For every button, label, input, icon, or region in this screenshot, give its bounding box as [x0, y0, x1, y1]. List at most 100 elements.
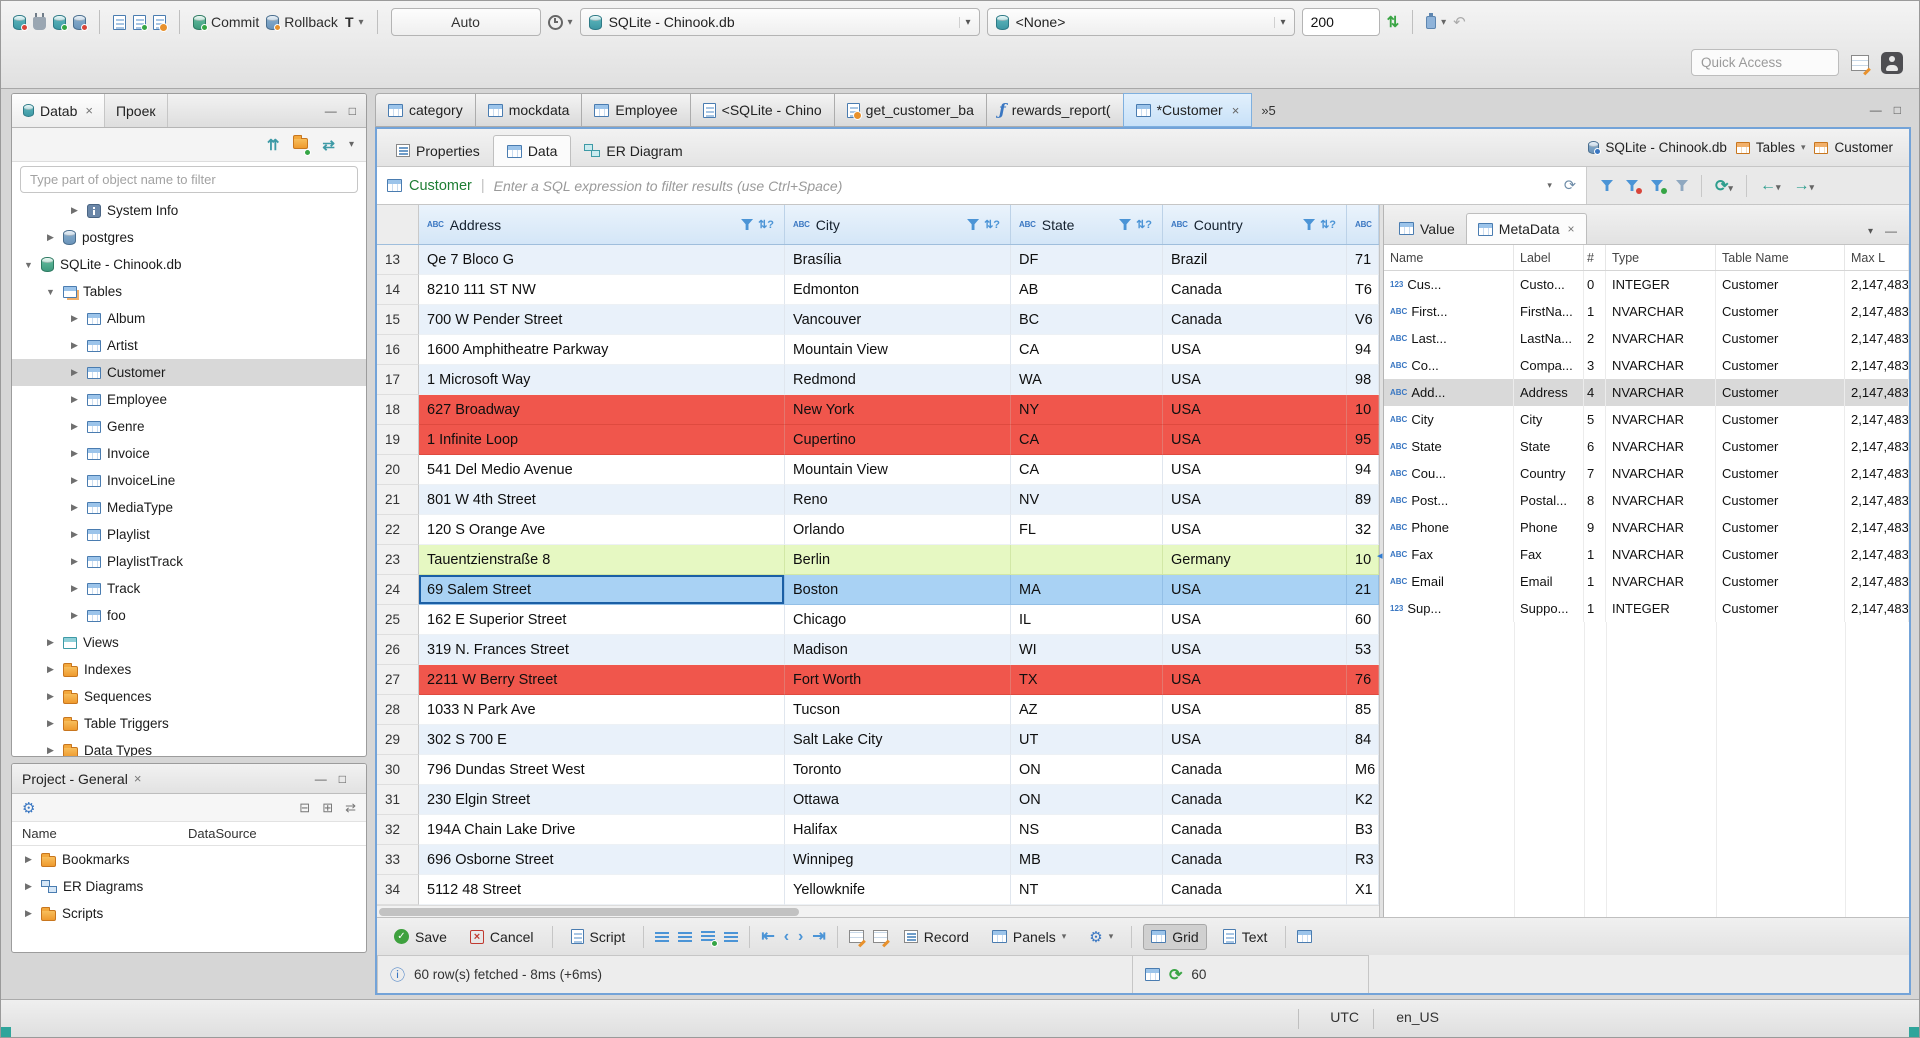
minimize-icon[interactable]: — — [1870, 103, 1882, 117]
row-number-cell[interactable]: 19 — [377, 425, 419, 455]
record-button[interactable]: Record — [897, 925, 976, 949]
postal-cell[interactable]: 76 — [1347, 665, 1379, 695]
grid-row[interactable]: 34 5112 48 Street Yellowknife NT Canada … — [377, 875, 1379, 905]
tree-item[interactable]: ▶ Employee — [12, 386, 366, 413]
grid-row[interactable]: 29 302 S 700 E Salt Lake City UT USA 84 — [377, 725, 1379, 755]
tab-metadata[interactable]: MetaData × — [1465, 213, 1587, 244]
country-cell[interactable]: Germany — [1163, 545, 1347, 575]
metadata-label-cell[interactable]: Compa... — [1514, 352, 1584, 379]
country-cell[interactable]: USA — [1163, 725, 1347, 755]
first-row-icon[interactable]: ⇤ — [761, 928, 774, 945]
tree-expand-arrow[interactable]: ▶ — [22, 881, 35, 892]
metadata-label-cell[interactable]: Custo... — [1514, 271, 1584, 298]
tree-item[interactable]: ▶ Album — [12, 305, 366, 332]
address-cell[interactable]: 319 N. Frances Street — [419, 635, 785, 665]
address-cell[interactable]: 69 Salem Street — [419, 575, 785, 605]
metadata-table-cell[interactable]: Customer — [1716, 298, 1845, 325]
row-number-cell[interactable]: 13 — [377, 245, 419, 275]
row-number-cell[interactable]: 14 — [377, 275, 419, 305]
city-cell[interactable]: Boston — [785, 575, 1011, 605]
state-cell[interactable]: CA — [1011, 335, 1163, 365]
metadata-type-cell[interactable]: NVARCHAR — [1606, 433, 1716, 460]
previous-row-icon[interactable]: ‹ — [784, 928, 789, 945]
tree-item[interactable]: ▶ PlaylistTrack — [12, 548, 366, 575]
grid-row[interactable]: 24 69 Salem Street Boston MA USA 21 — [377, 575, 1379, 605]
row-number-cell[interactable]: 33 — [377, 845, 419, 875]
city-cell[interactable]: Brasília — [785, 245, 1011, 275]
editor-tab[interactable]: mockdata — [474, 93, 582, 127]
link-with-editor-icon[interactable]: ⇄ — [322, 136, 335, 154]
state-cell[interactable]: AB — [1011, 275, 1163, 305]
tree-expand-arrow[interactable]: ▶ — [68, 367, 81, 378]
state-cell[interactable]: FL — [1011, 515, 1163, 545]
metadata-row[interactable]: ABC Cou... Country 7 NVARCHAR Customer 2,… — [1384, 460, 1909, 487]
apply-filter-button[interactable] — [1601, 180, 1613, 191]
metadata-name-cell[interactable]: ABC City — [1384, 406, 1514, 433]
last-row-icon[interactable]: ⇥ — [812, 928, 825, 945]
country-cell[interactable]: Brazil — [1163, 245, 1347, 275]
city-cell[interactable]: Cupertino — [785, 425, 1011, 455]
tree-item[interactable]: ▶ Customer — [12, 359, 366, 386]
metadata-name-cell[interactable]: ABC Add... — [1384, 379, 1514, 406]
metadata-type-cell[interactable]: NVARCHAR — [1606, 460, 1716, 487]
project-item[interactable]: ▶ ER Diagrams — [12, 873, 366, 900]
row-number-cell[interactable]: 32 — [377, 815, 419, 845]
tree-expand-arrow[interactable]: ▶ — [68, 421, 81, 432]
column-header-name[interactable]: Name — [12, 826, 188, 841]
country-cell[interactable]: Canada — [1163, 275, 1347, 305]
postal-cell[interactable]: 60 — [1347, 605, 1379, 635]
grid-row[interactable]: 19 1 Infinite Loop Cupertino CA USA 95 — [377, 425, 1379, 455]
commit-mode-combo[interactable]: Auto — [390, 8, 541, 36]
new-connection-button[interactable] — [13, 14, 28, 31]
tree-expand-arrow[interactable]: ▶ — [68, 394, 81, 405]
object-filter-input[interactable] — [20, 166, 358, 193]
metadata-label-cell[interactable]: Phone — [1514, 514, 1584, 541]
tree-item[interactable]: ▶ System Info — [12, 197, 366, 224]
metadata-table-cell[interactable]: Customer — [1716, 568, 1845, 595]
editor-tab[interactable]: get_customer_ba — [833, 93, 986, 127]
maximize-icon[interactable]: □ — [339, 772, 346, 786]
metadata-type-cell[interactable]: NVARCHAR — [1606, 487, 1716, 514]
postal-cell[interactable]: X1 — [1347, 875, 1379, 905]
new-folder-icon[interactable] — [293, 135, 309, 149]
grid-row[interactable]: 17 1 Microsoft Way Redmond WA USA 98 — [377, 365, 1379, 395]
panel-splitter[interactable]: ◂ — [1377, 205, 1384, 917]
state-cell[interactable]: NS — [1011, 815, 1163, 845]
tab-value-viewer[interactable]: Value — [1388, 213, 1466, 244]
city-cell[interactable]: Winnipeg — [785, 845, 1011, 875]
grid-row[interactable]: 21 801 W 4th Street Reno NV USA 89 — [377, 485, 1379, 515]
address-cell[interactable]: 627 Broadway — [419, 395, 785, 425]
tree-item[interactable]: ▶ InvoiceLine — [12, 467, 366, 494]
address-cell[interactable]: 541 Del Medio Avenue — [419, 455, 785, 485]
address-cell[interactable]: 1033 N Park Ave — [419, 695, 785, 725]
grid-row[interactable]: 28 1033 N Park Ave Tucson AZ USA 85 — [377, 695, 1379, 725]
metadata-ordinal-cell[interactable]: 1 — [1584, 568, 1606, 595]
connection-combo[interactable]: SQLite - Chinook.db ▾ — [579, 8, 980, 36]
metadata-ordinal-cell[interactable]: 4 — [1584, 379, 1606, 406]
postal-cell[interactable]: 94 — [1347, 335, 1379, 365]
tree-item[interactable]: ▶ Views — [12, 629, 366, 656]
address-cell[interactable]: 801 W 4th Street — [419, 485, 785, 515]
filter-placeholder-text[interactable]: Enter a SQL expression to filter results… — [494, 178, 1539, 194]
row-number-cell[interactable]: 26 — [377, 635, 419, 665]
custom-filter-button[interactable] — [1676, 180, 1688, 191]
row-number-cell[interactable]: 34 — [377, 875, 419, 905]
metadata-name-cell[interactable]: 123 Cus... — [1384, 271, 1514, 298]
metadata-row[interactable]: ABC Fax Fax 1 NVARCHAR Customer 2,147,483 — [1384, 541, 1909, 568]
grid-row[interactable]: 31 230 Elgin Street Ottawa ON Canada K2 — [377, 785, 1379, 815]
tree-item[interactable]: ▶ Data Types — [12, 737, 366, 756]
corner-header-cell[interactable] — [377, 205, 419, 244]
metadata-label-cell[interactable]: LastNa... — [1514, 325, 1584, 352]
edit-copy-row-icon[interactable] — [678, 930, 693, 943]
metadata-row[interactable]: ABC Post... Postal... 8 NVARCHAR Customer… — [1384, 487, 1909, 514]
metadata-max-cell[interactable]: 2,147,483 — [1845, 406, 1909, 433]
metadata-type-cell[interactable]: NVARCHAR — [1606, 568, 1716, 595]
project-item[interactable]: ▶ Bookmarks — [12, 846, 366, 873]
state-cell[interactable]: UT — [1011, 725, 1163, 755]
grid-panel-icon[interactable] — [1145, 968, 1160, 981]
city-cell[interactable]: Edmonton — [785, 275, 1011, 305]
metadata-label-cell[interactable]: Postal... — [1514, 487, 1584, 514]
state-cell[interactable]: NV — [1011, 485, 1163, 515]
city-cell[interactable]: New York — [785, 395, 1011, 425]
country-cell[interactable]: Canada — [1163, 305, 1347, 335]
